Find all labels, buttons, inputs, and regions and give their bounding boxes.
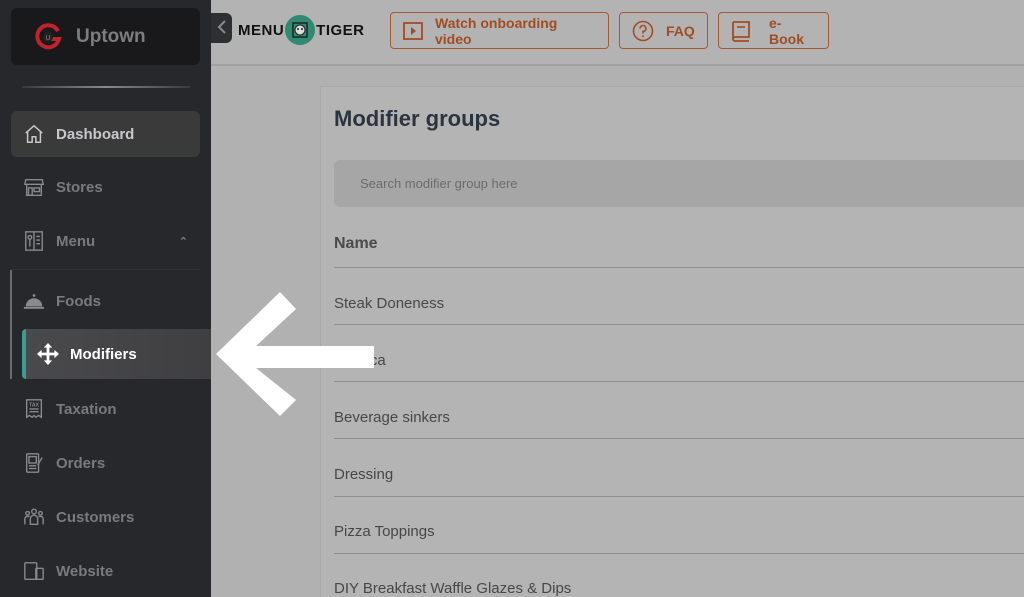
column-header-name[interactable]: Name	[334, 235, 378, 253]
brand-name: Uptown	[76, 25, 146, 47]
sidebar-item-label: Orders	[56, 454, 106, 472]
divider	[12, 269, 200, 270]
sidebar-item-modifiers[interactable]: Modifiers	[22, 329, 211, 379]
sidebar-item-taxation[interactable]: TAX Taxation	[11, 386, 200, 432]
divider	[334, 381, 1024, 382]
button-label: Watch onboarding video	[435, 14, 558, 47]
sidebar-item-label: Taxation	[56, 400, 117, 418]
sidebar-item-website[interactable]: Website	[11, 548, 200, 594]
cloche-icon	[22, 289, 46, 313]
menu-book-icon	[22, 229, 46, 253]
table-row[interactable]: DIY Breakfast Waffle Glazes & Dips	[334, 580, 571, 597]
store-icon	[22, 175, 46, 199]
tax-receipt-icon: TAX	[22, 397, 46, 421]
button-label: e-Book	[769, 14, 804, 47]
brand-switcher[interactable]: U Uptown	[11, 8, 200, 65]
sidebar-item-label: Foods	[56, 292, 101, 310]
svg-text:U: U	[45, 35, 50, 42]
search-input[interactable]	[334, 160, 1024, 207]
sidebar-item-foods[interactable]: Foods	[12, 276, 211, 326]
sidebar-item-label: Menu	[56, 232, 96, 250]
sidebar-item-label: Dashboard	[56, 125, 135, 143]
sidebar-item-label: Stores	[56, 178, 103, 196]
sidebar-item-stores[interactable]: Stores	[11, 164, 200, 210]
menutiger-logo[interactable]: MENU TIGER	[238, 14, 365, 46]
tiger-logo-icon	[285, 15, 316, 45]
ebook-button[interactable]: e-Book	[718, 12, 829, 49]
customers-icon	[22, 505, 46, 529]
sidebar-item-dashboard[interactable]: Dashboard	[11, 111, 200, 157]
question-circle-icon	[632, 20, 654, 42]
sidebar-item-label: Customers	[56, 508, 135, 526]
divider	[334, 496, 1024, 497]
devices-icon	[22, 559, 46, 583]
button-label: FAQ	[666, 22, 695, 39]
sidebar-item-label: Modifiers	[70, 345, 137, 363]
home-icon	[22, 122, 46, 146]
divider	[334, 438, 1024, 439]
play-video-icon	[403, 21, 423, 40]
divider	[22, 86, 190, 88]
logo-text-right: TIGER	[316, 21, 365, 39]
divider	[334, 267, 1024, 268]
faq-button[interactable]: FAQ	[619, 12, 708, 49]
divider	[334, 324, 1024, 325]
uptown-logo-icon: U	[32, 21, 64, 53]
sidebar: U Uptown Dashboard Stores Menu ⌃ Foods M…	[0, 0, 211, 597]
move-arrows-icon	[36, 342, 60, 366]
orders-icon	[22, 451, 46, 475]
collapse-sidebar-button[interactable]	[211, 13, 232, 43]
table-row[interactable]: Pizza Toppings	[334, 523, 435, 540]
divider	[334, 553, 1024, 554]
book-icon	[731, 20, 751, 42]
page-title: Modifier groups	[334, 106, 501, 131]
sidebar-item-orders[interactable]: Orders	[11, 440, 200, 486]
sidebar-item-menu[interactable]: Menu ⌃	[11, 218, 200, 264]
table-row[interactable]: Dressing	[334, 466, 393, 483]
sidebar-item-label: Website	[56, 562, 114, 580]
left-arrow-annotation-icon	[216, 292, 376, 422]
logo-text-left: MENU	[238, 21, 285, 39]
chevron-up-icon[interactable]: ⌃	[179, 235, 188, 248]
chevron-left-icon	[217, 19, 227, 37]
svg-text:TAX: TAX	[29, 402, 39, 408]
watch-onboarding-video-button[interactable]: Watch onboarding video	[390, 12, 609, 49]
sidebar-item-customers[interactable]: Customers	[11, 494, 200, 540]
